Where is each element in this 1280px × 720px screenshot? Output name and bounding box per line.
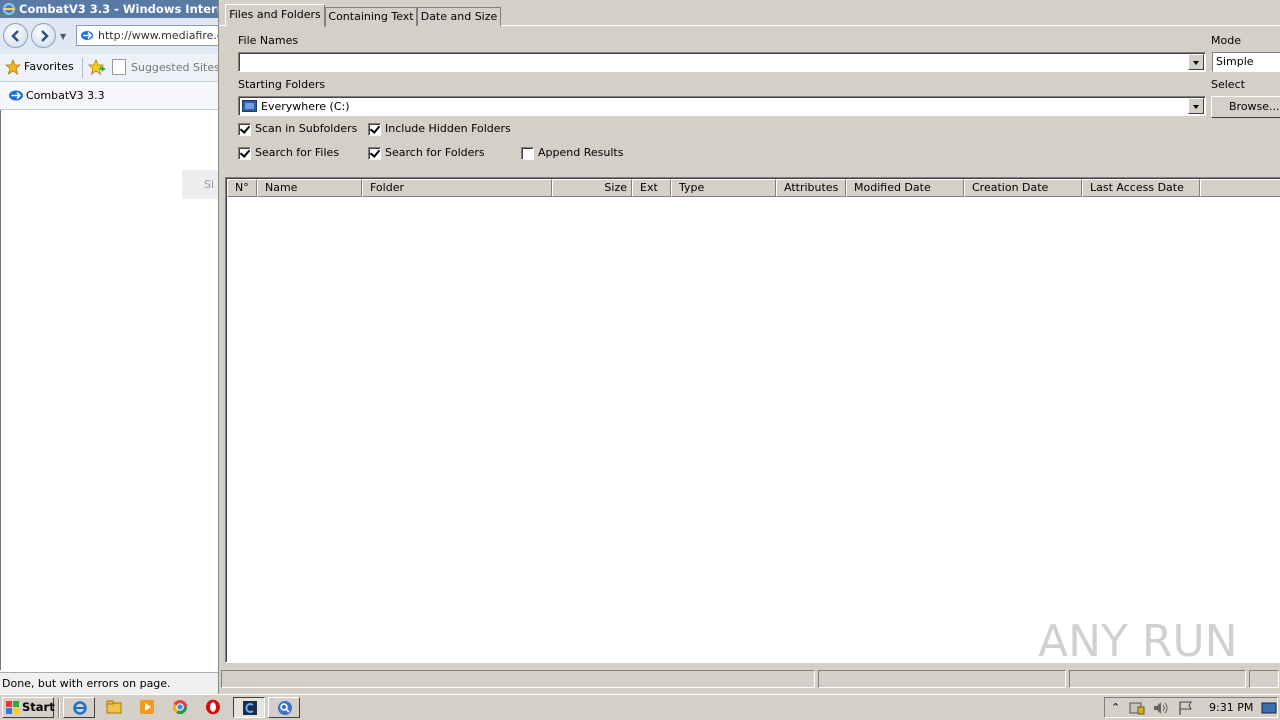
results-header: N° Name Folder Size Ext Type Attributes …: [227, 179, 1280, 197]
watermark-logo: ANY RUN: [1038, 616, 1238, 667]
internet-explorer-icon: [73, 701, 87, 715]
ie-title-bar[interactable]: CombatV3 3.3 - Windows Internet E: [0, 0, 220, 18]
suggested-sites-icon: [112, 59, 126, 75]
drive-icon: [242, 100, 257, 112]
tool-status-bar: [219, 668, 1280, 690]
column-last-access-date[interactable]: Last Access Date: [1082, 179, 1200, 197]
column-ext[interactable]: Ext: [632, 179, 671, 197]
append-results-checkbox[interactable]: [521, 147, 534, 160]
show-desktop-icon[interactable]: [1261, 701, 1277, 715]
divider: [82, 58, 83, 78]
clock[interactable]: 9:31 PM: [1209, 701, 1253, 714]
ie-title-text: CombatV3 3.3 - Windows Internet E: [19, 2, 220, 16]
tab-files-and-folders[interactable]: Files and Folders: [225, 4, 325, 27]
show-hidden-icons-icon[interactable]: ⌃: [1111, 701, 1120, 714]
back-arrow-icon: [11, 30, 19, 42]
results-list[interactable]: N° Name Folder Size Ext Type Attributes …: [225, 177, 1280, 663]
ie-navigation-bar: ▼ http://www.mediafire.co: [0, 18, 226, 54]
mode-label: Mode: [1211, 34, 1241, 47]
status-pane-3: [1069, 670, 1246, 688]
search-folders-label: Search for Folders: [385, 146, 485, 159]
scan-subfolders-checkbox[interactable]: [238, 123, 251, 136]
ie-status-bar: Done, but with errors on page.: [0, 672, 220, 694]
watermark-text: ANY RUN: [1038, 616, 1238, 667]
action-center-icon[interactable]: [1129, 701, 1145, 715]
taskbar-search-tool-button[interactable]: [233, 697, 265, 718]
column-name[interactable]: Name: [257, 179, 362, 197]
search-files-checkbox[interactable]: [238, 147, 251, 160]
mode-select[interactable]: Simple: [1212, 52, 1280, 72]
suggested-sites-button[interactable]: Suggested Sites ▾: [131, 61, 229, 74]
column-filler: [1200, 179, 1280, 197]
tab-page-icon: [9, 90, 23, 101]
starting-folders-label: Starting Folders: [238, 78, 326, 91]
start-button[interactable]: Start: [2, 697, 55, 718]
column-number[interactable]: N°: [227, 179, 257, 197]
app-window-icon: [243, 701, 257, 715]
add-favorite-icon[interactable]: [88, 59, 106, 75]
back-button[interactable]: [3, 23, 28, 48]
taskbar: Start ⌃ 9:31 PM: [0, 694, 1280, 720]
tab-strip: Files and Folders Containing Text Date a…: [219, 0, 1280, 27]
taskbar-media-button[interactable]: [131, 697, 161, 718]
page-button-partial[interactable]: Si: [182, 170, 221, 199]
column-attributes[interactable]: Attributes: [776, 179, 846, 197]
favorites-star-icon: [5, 59, 21, 75]
address-text: http://www.mediafire.co: [98, 29, 226, 42]
browse-button[interactable]: Browse...: [1211, 96, 1280, 118]
starting-folders-combo[interactable]: Everywhere (C:): [238, 96, 1206, 116]
favorites-bar: Favorites Suggested Sites ▾: [0, 54, 229, 82]
favorites-button[interactable]: Favorites: [24, 60, 74, 73]
ie-window: CombatV3 3.3 - Windows Internet E ▼ http…: [0, 0, 229, 694]
tab-title: CombatV3 3.3: [26, 89, 105, 102]
folder-icon: [106, 700, 122, 714]
volume-icon[interactable]: [1153, 701, 1169, 715]
chevron-down-icon[interactable]: [1188, 98, 1204, 114]
file-names-combo[interactable]: [238, 52, 1206, 72]
flag-icon[interactable]: [1178, 701, 1194, 715]
column-modified-date[interactable]: Modified Date: [846, 179, 964, 197]
chevron-down-icon[interactable]: [1188, 54, 1204, 70]
chrome-icon: [173, 700, 187, 714]
status-pane-1: [221, 670, 815, 688]
status-pane-4: [1249, 670, 1279, 688]
search-files-label: Search for Files: [255, 146, 340, 159]
forward-arrow-icon: [41, 30, 49, 42]
page-icon: [81, 31, 93, 40]
media-player-icon: [140, 700, 154, 714]
address-bar[interactable]: http://www.mediafire.co: [76, 25, 226, 46]
divider: [58, 698, 60, 718]
taskbar-ie-button[interactable]: [63, 697, 95, 718]
search-icon: [278, 701, 292, 715]
column-size[interactable]: Size: [552, 179, 632, 197]
column-creation-date[interactable]: Creation Date: [964, 179, 1082, 197]
include-hidden-label: Include Hidden Folders: [385, 122, 511, 135]
opera-icon: [206, 699, 220, 715]
taskbar-app-button[interactable]: [268, 697, 300, 718]
taskbar-chrome-button[interactable]: [164, 697, 194, 718]
search-tool-window: Files and Folders Containing Text Date a…: [218, 0, 1280, 694]
windows-flag-icon: [6, 701, 19, 714]
starting-folder-value: Everywhere (C:): [261, 100, 350, 113]
select-label: Select: [1211, 78, 1245, 91]
start-label: Start: [22, 700, 55, 714]
search-folders-checkbox[interactable]: [368, 147, 381, 160]
status-pane-2: [818, 670, 1066, 688]
tab-containing-text[interactable]: Containing Text: [325, 7, 417, 26]
include-hidden-checkbox[interactable]: [368, 123, 381, 136]
taskbar-explorer-button[interactable]: [98, 697, 128, 718]
column-type[interactable]: Type: [671, 179, 776, 197]
append-results-label: Append Results: [538, 146, 624, 159]
column-folder[interactable]: Folder: [362, 179, 552, 197]
ie-icon: [2, 2, 16, 16]
history-dropdown-icon[interactable]: ▼: [60, 32, 66, 41]
system-tray: ⌃ 9:31 PM: [1104, 697, 1278, 718]
taskbar-opera-button[interactable]: [197, 697, 227, 718]
tab-date-and-size[interactable]: Date and Size: [417, 7, 501, 26]
forward-button[interactable]: [31, 23, 56, 48]
scan-subfolders-label: Scan in Subfolders: [255, 122, 358, 135]
ie-page-content: Si: [0, 110, 221, 670]
ie-tab[interactable]: CombatV3 3.3: [0, 82, 220, 110]
file-names-label: File Names: [238, 34, 299, 47]
